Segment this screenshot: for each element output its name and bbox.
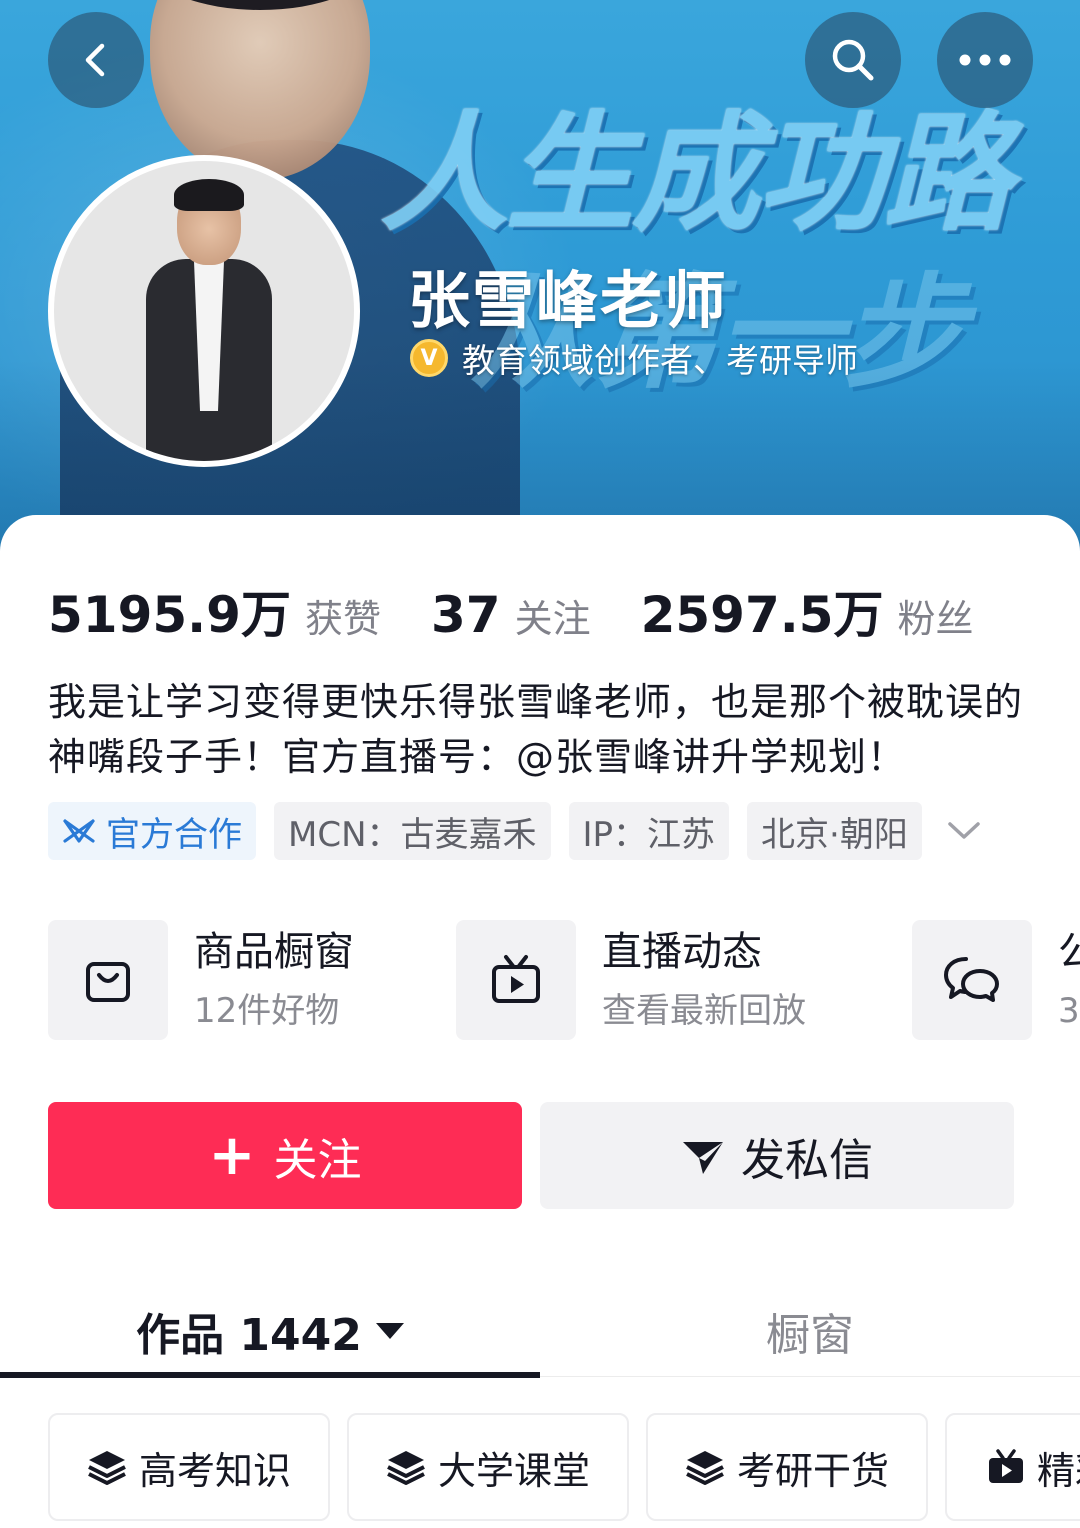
official-cooperation-icon <box>63 819 95 843</box>
tag-official-cooperation[interactable]: 官方合作 <box>48 802 256 860</box>
stat-value: 2597.5万 <box>640 586 884 644</box>
stat-label: 关注 <box>514 597 591 641</box>
stat-followers[interactable]: 2597.5万 粉丝 <box>641 575 974 647</box>
stats-row: 5195.9万 获赞 37 关注 2597.5万 粉丝 <box>48 575 1024 647</box>
tag-label: 北京·朝阳 <box>761 814 908 855</box>
service-text: 直播动态 查看最新回放 <box>602 928 806 1032</box>
service-title: 商品橱窗 <box>194 929 354 975</box>
verification-info: V 教育领域创作者、考研导师 <box>410 334 858 382</box>
tag-label: MCN：古麦嘉禾 <box>288 814 537 855</box>
search-button[interactable] <box>805 12 901 108</box>
service-title: 公 <box>1058 929 1080 975</box>
collection-label: 大学课堂 <box>437 1448 590 1493</box>
tab-works[interactable]: 作品 1442 <box>0 1285 540 1377</box>
avatar[interactable] <box>48 155 360 467</box>
stat-label: 粉丝 <box>897 597 974 641</box>
tv-icon <box>989 1449 1023 1483</box>
verified-text: 教育领域创作者、考研导师 <box>462 341 858 380</box>
message-label: 发私信 <box>741 1134 873 1186</box>
profile-tags: 官方合作 MCN：古麦嘉禾 IP：江苏 北京·朝阳 <box>48 802 984 860</box>
tab-label: 橱窗 <box>766 1310 854 1361</box>
service-entries: 商品橱窗 12件好物 直播动态 查看最新回放 公 3 <box>48 920 1080 1042</box>
collection-label: 高考知识 <box>138 1448 291 1493</box>
tag-ip: IP：江苏 <box>568 802 730 860</box>
caret-down-icon <box>375 1323 404 1339</box>
chat-bubbles-icon <box>944 957 999 1002</box>
layers-icon <box>88 1451 126 1485</box>
service-subtitle: 查看最新回放 <box>602 991 806 1031</box>
collection-chip[interactable]: 大学课堂 <box>347 1413 629 1521</box>
profile-name: 张雪峰老师 <box>408 264 729 337</box>
collection-chip[interactable]: 高考知识 <box>48 1413 330 1521</box>
banner-slogan-line1: 人生成功路 <box>380 100 1012 249</box>
service-icon-box <box>48 920 168 1040</box>
service-subtitle: 12件好物 <box>194 991 340 1031</box>
service-text: 公 3 <box>1058 928 1080 1032</box>
search-icon <box>832 39 874 81</box>
service-shop-window[interactable]: 商品橱窗 12件好物 <box>48 920 354 1040</box>
plus-icon: + <box>208 1122 256 1188</box>
tag-label: 官方合作 <box>106 814 242 855</box>
tab-shop-window[interactable]: 橱窗 <box>540 1285 1080 1377</box>
follow-button[interactable]: + 关注 <box>48 1102 522 1209</box>
expand-tags-button[interactable] <box>944 811 984 851</box>
tag-label: IP：江苏 <box>582 814 716 855</box>
verified-badge-icon: V <box>410 339 448 377</box>
stat-label: 获赞 <box>304 597 381 641</box>
avatar-figure-hair <box>174 179 244 211</box>
profile-card: 5195.9万 获赞 37 关注 2597.5万 粉丝 我是让学习变得更快乐得张… <box>0 515 1080 1528</box>
send-message-button[interactable]: 发私信 <box>540 1102 1014 1209</box>
service-icon-box <box>912 920 1032 1040</box>
service-icon-box <box>456 920 576 1040</box>
stat-likes[interactable]: 5195.9万 获赞 <box>48 575 381 647</box>
shopping-bag-icon <box>86 962 130 1002</box>
collection-chips: 高考知识 大学课堂 考研干货 精彩 <box>48 1413 1080 1523</box>
stat-value: 5195.9万 <box>48 586 291 644</box>
tv-play-icon <box>492 955 540 1003</box>
service-live-updates[interactable]: 直播动态 查看最新回放 <box>456 920 806 1040</box>
service-subtitle: 3 <box>1058 991 1080 1031</box>
service-group-chat[interactable]: 公 3 <box>912 920 1080 1040</box>
layers-icon <box>387 1451 425 1485</box>
collection-chip[interactable]: 精彩 <box>945 1413 1080 1521</box>
collection-label: 考研干货 <box>736 1448 889 1493</box>
tag-mcn: MCN：古麦嘉禾 <box>274 802 551 860</box>
content-tabs: 作品 1442 橱窗 <box>0 1285 1080 1377</box>
tab-label: 作品 1442 <box>136 1310 362 1361</box>
collection-label: 精彩 <box>1037 1448 1080 1493</box>
collection-chip[interactable]: 考研干货 <box>646 1413 928 1521</box>
more-button[interactable] <box>937 12 1033 108</box>
service-title: 直播动态 <box>602 929 762 975</box>
more-horizontal-icon <box>959 54 1011 66</box>
follow-label: 关注 <box>273 1134 362 1186</box>
back-button[interactable] <box>48 12 144 108</box>
layers-icon <box>686 1451 724 1485</box>
chevron-left-icon <box>85 43 105 77</box>
chevron-down-icon <box>948 822 980 839</box>
send-icon <box>683 1141 723 1174</box>
bio-text: 我是让学习变得更快乐得张雪峰老师，也是那个被耽误的神嘴段子手！官方直播号：@张雪… <box>48 680 1024 779</box>
service-text: 商品橱窗 12件好物 <box>194 928 354 1032</box>
tag-location: 北京·朝阳 <box>747 802 922 860</box>
active-tab-indicator <box>0 1372 540 1378</box>
stat-value: 37 <box>430 586 501 644</box>
stat-following[interactable]: 37 关注 <box>431 586 591 644</box>
